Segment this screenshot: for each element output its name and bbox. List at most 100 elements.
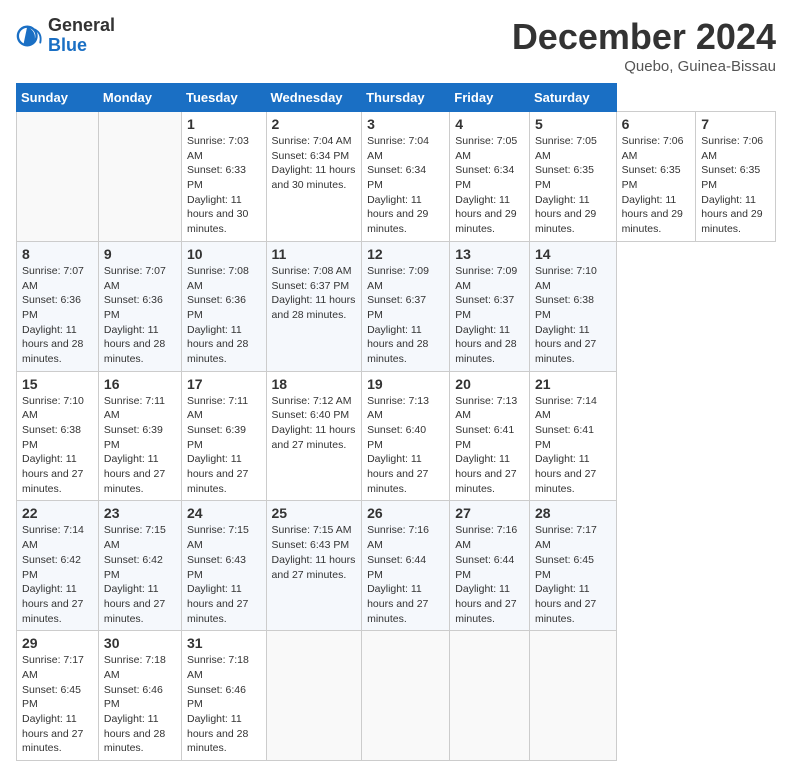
day-detail: Sunrise: 7:17 AM Sunset: 6:45 PM Dayligh…	[22, 653, 93, 756]
day-number: 20	[455, 376, 524, 392]
calendar-cell: 8 Sunrise: 7:07 AM Sunset: 6:36 PM Dayli…	[17, 241, 99, 371]
calendar-week-row: 1 Sunrise: 7:03 AM Sunset: 6:33 PM Dayli…	[17, 112, 776, 242]
calendar-cell: 21 Sunrise: 7:14 AM Sunset: 6:41 PM Dayl…	[529, 371, 616, 501]
day-detail: Sunrise: 7:13 AM Sunset: 6:40 PM Dayligh…	[367, 394, 444, 497]
day-number: 22	[22, 505, 93, 521]
day-detail: Sunrise: 7:10 AM Sunset: 6:38 PM Dayligh…	[535, 264, 611, 367]
day-number: 8	[22, 246, 93, 262]
day-number: 2	[272, 116, 357, 132]
calendar-cell: 22 Sunrise: 7:14 AM Sunset: 6:42 PM Dayl…	[17, 501, 99, 631]
day-number: 12	[367, 246, 444, 262]
day-number: 14	[535, 246, 611, 262]
logo-line1: General	[48, 16, 115, 36]
weekday-header: Saturday	[529, 84, 616, 112]
day-number: 5	[535, 116, 611, 132]
day-detail: Sunrise: 7:08 AM Sunset: 6:36 PM Dayligh…	[187, 264, 261, 367]
day-detail: Sunrise: 7:07 AM Sunset: 6:36 PM Dayligh…	[104, 264, 176, 367]
weekday-header: Tuesday	[181, 84, 266, 112]
day-detail: Sunrise: 7:13 AM Sunset: 6:41 PM Dayligh…	[455, 394, 524, 497]
calendar-cell	[98, 112, 181, 242]
page-header: General Blue December 2024 Quebo, Guinea…	[16, 16, 776, 75]
day-detail: Sunrise: 7:08 AM Sunset: 6:37 PM Dayligh…	[272, 264, 357, 323]
calendar-cell: 27 Sunrise: 7:16 AM Sunset: 6:44 PM Dayl…	[450, 501, 530, 631]
day-number: 17	[187, 376, 261, 392]
calendar-cell: 24 Sunrise: 7:15 AM Sunset: 6:43 PM Dayl…	[181, 501, 266, 631]
day-number: 27	[455, 505, 524, 521]
day-detail: Sunrise: 7:11 AM Sunset: 6:39 PM Dayligh…	[104, 394, 176, 497]
day-detail: Sunrise: 7:18 AM Sunset: 6:46 PM Dayligh…	[104, 653, 176, 756]
calendar-cell: 2 Sunrise: 7:04 AM Sunset: 6:34 PM Dayli…	[266, 112, 362, 242]
month-title: December 2024	[512, 16, 776, 58]
day-number: 24	[187, 505, 261, 521]
weekday-header: Thursday	[362, 84, 450, 112]
day-detail: Sunrise: 7:10 AM Sunset: 6:38 PM Dayligh…	[22, 394, 93, 497]
calendar-cell: 15 Sunrise: 7:10 AM Sunset: 6:38 PM Dayl…	[17, 371, 99, 501]
day-number: 18	[272, 376, 357, 392]
day-number: 26	[367, 505, 444, 521]
day-detail: Sunrise: 7:05 AM Sunset: 6:34 PM Dayligh…	[455, 134, 524, 237]
day-number: 21	[535, 376, 611, 392]
calendar-cell: 14 Sunrise: 7:10 AM Sunset: 6:38 PM Dayl…	[529, 241, 616, 371]
calendar-cell: 30 Sunrise: 7:18 AM Sunset: 6:46 PM Dayl…	[98, 631, 181, 761]
calendar-cell	[266, 631, 362, 761]
day-number: 30	[104, 635, 176, 651]
calendar-cell: 28 Sunrise: 7:17 AM Sunset: 6:45 PM Dayl…	[529, 501, 616, 631]
day-detail: Sunrise: 7:17 AM Sunset: 6:45 PM Dayligh…	[535, 523, 611, 626]
day-detail: Sunrise: 7:18 AM Sunset: 6:46 PM Dayligh…	[187, 653, 261, 756]
day-detail: Sunrise: 7:03 AM Sunset: 6:33 PM Dayligh…	[187, 134, 261, 237]
day-detail: Sunrise: 7:12 AM Sunset: 6:40 PM Dayligh…	[272, 394, 357, 453]
day-number: 11	[272, 246, 357, 262]
calendar-cell: 29 Sunrise: 7:17 AM Sunset: 6:45 PM Dayl…	[17, 631, 99, 761]
calendar-cell: 11 Sunrise: 7:08 AM Sunset: 6:37 PM Dayl…	[266, 241, 362, 371]
day-detail: Sunrise: 7:09 AM Sunset: 6:37 PM Dayligh…	[367, 264, 444, 367]
day-detail: Sunrise: 7:14 AM Sunset: 6:42 PM Dayligh…	[22, 523, 93, 626]
calendar-cell: 1 Sunrise: 7:03 AM Sunset: 6:33 PM Dayli…	[181, 112, 266, 242]
day-detail: Sunrise: 7:15 AM Sunset: 6:43 PM Dayligh…	[187, 523, 261, 626]
day-number: 19	[367, 376, 444, 392]
logo-line2: Blue	[48, 36, 115, 56]
calendar-table: SundayMondayTuesdayWednesdayThursdayFrid…	[16, 83, 776, 761]
logo: General Blue	[16, 16, 115, 56]
day-detail: Sunrise: 7:15 AM Sunset: 6:42 PM Dayligh…	[104, 523, 176, 626]
weekday-header: Monday	[98, 84, 181, 112]
calendar-cell: 13 Sunrise: 7:09 AM Sunset: 6:37 PM Dayl…	[450, 241, 530, 371]
calendar-cell: 9 Sunrise: 7:07 AM Sunset: 6:36 PM Dayli…	[98, 241, 181, 371]
day-number: 1	[187, 116, 261, 132]
calendar-cell: 16 Sunrise: 7:11 AM Sunset: 6:39 PM Dayl…	[98, 371, 181, 501]
day-number: 7	[701, 116, 770, 132]
day-number: 16	[104, 376, 176, 392]
calendar-cell	[362, 631, 450, 761]
calendar-cell: 26 Sunrise: 7:16 AM Sunset: 6:44 PM Dayl…	[362, 501, 450, 631]
calendar-cell: 31 Sunrise: 7:18 AM Sunset: 6:46 PM Dayl…	[181, 631, 266, 761]
calendar-cell: 18 Sunrise: 7:12 AM Sunset: 6:40 PM Dayl…	[266, 371, 362, 501]
calendar-cell	[17, 112, 99, 242]
day-number: 29	[22, 635, 93, 651]
location: Quebo, Guinea-Bissau	[512, 58, 776, 75]
day-detail: Sunrise: 7:04 AM Sunset: 6:34 PM Dayligh…	[272, 134, 357, 193]
calendar-cell	[450, 631, 530, 761]
day-number: 10	[187, 246, 261, 262]
title-block: December 2024 Quebo, Guinea-Bissau	[512, 16, 776, 75]
calendar-cell: 10 Sunrise: 7:08 AM Sunset: 6:36 PM Dayl…	[181, 241, 266, 371]
calendar-cell: 17 Sunrise: 7:11 AM Sunset: 6:39 PM Dayl…	[181, 371, 266, 501]
calendar-week-row: 22 Sunrise: 7:14 AM Sunset: 6:42 PM Dayl…	[17, 501, 776, 631]
day-number: 3	[367, 116, 444, 132]
calendar-cell: 23 Sunrise: 7:15 AM Sunset: 6:42 PM Dayl…	[98, 501, 181, 631]
calendar-week-row: 8 Sunrise: 7:07 AM Sunset: 6:36 PM Dayli…	[17, 241, 776, 371]
day-number: 6	[622, 116, 691, 132]
day-detail: Sunrise: 7:16 AM Sunset: 6:44 PM Dayligh…	[367, 523, 444, 626]
day-detail: Sunrise: 7:15 AM Sunset: 6:43 PM Dayligh…	[272, 523, 357, 582]
calendar-cell: 12 Sunrise: 7:09 AM Sunset: 6:37 PM Dayl…	[362, 241, 450, 371]
calendar-cell: 7 Sunrise: 7:06 AM Sunset: 6:35 PM Dayli…	[696, 112, 776, 242]
day-detail: Sunrise: 7:16 AM Sunset: 6:44 PM Dayligh…	[455, 523, 524, 626]
weekday-header: Wednesday	[266, 84, 362, 112]
calendar-cell: 20 Sunrise: 7:13 AM Sunset: 6:41 PM Dayl…	[450, 371, 530, 501]
calendar-cell: 5 Sunrise: 7:05 AM Sunset: 6:35 PM Dayli…	[529, 112, 616, 242]
calendar-cell: 25 Sunrise: 7:15 AM Sunset: 6:43 PM Dayl…	[266, 501, 362, 631]
calendar-cell	[529, 631, 616, 761]
day-number: 4	[455, 116, 524, 132]
day-number: 31	[187, 635, 261, 651]
day-number: 9	[104, 246, 176, 262]
day-detail: Sunrise: 7:11 AM Sunset: 6:39 PM Dayligh…	[187, 394, 261, 497]
calendar-cell: 4 Sunrise: 7:05 AM Sunset: 6:34 PM Dayli…	[450, 112, 530, 242]
